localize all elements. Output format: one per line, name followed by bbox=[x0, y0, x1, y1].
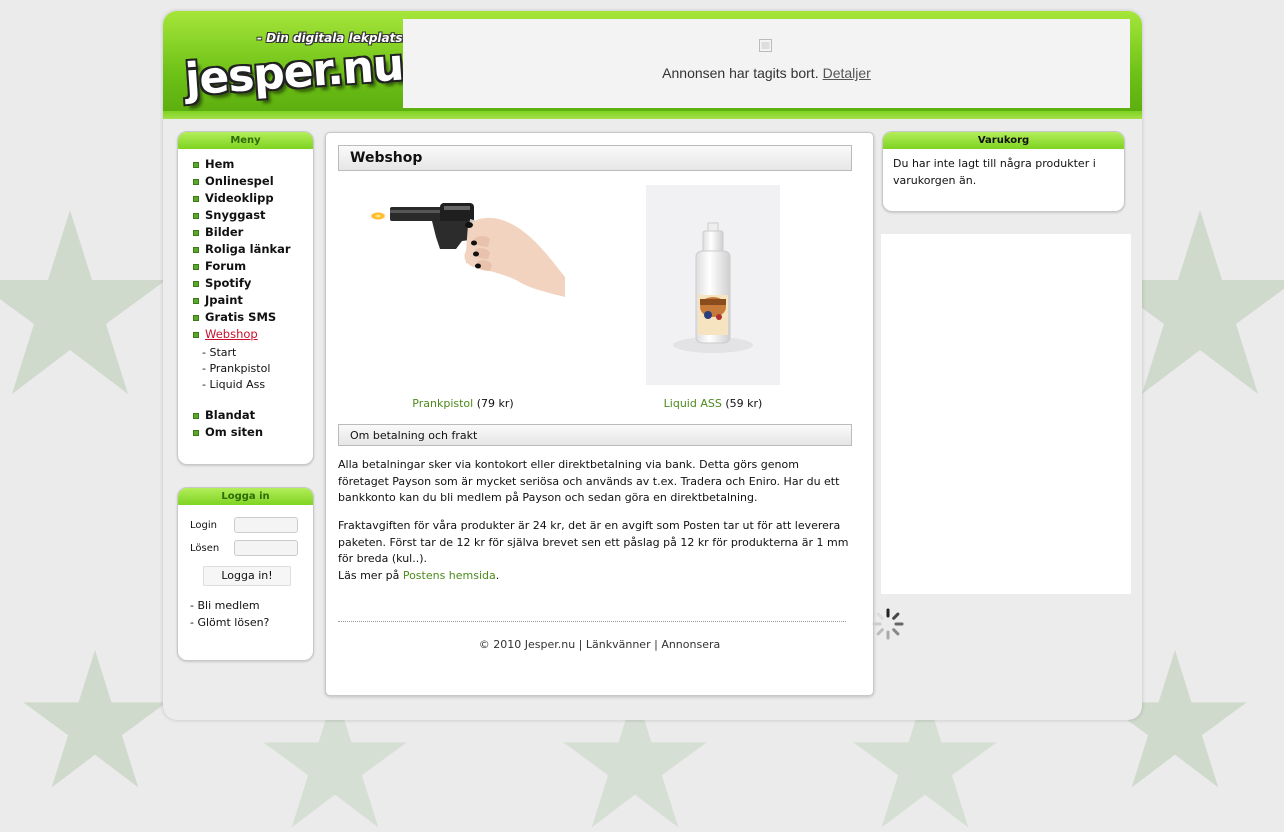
menu-item-label: Bilder bbox=[205, 225, 244, 239]
submenu-item-liquid-ass[interactable]: - Liquid Ass bbox=[202, 377, 313, 393]
menu-item-webshop[interactable]: Webshop bbox=[193, 326, 313, 343]
menu-item-label: Om siten bbox=[205, 425, 264, 439]
copyright: © 2010 Jesper.nu bbox=[478, 638, 576, 651]
menu-item-jpaint[interactable]: Jpaint bbox=[193, 292, 313, 309]
menu-item-label: Spotify bbox=[205, 276, 252, 290]
right-ad-area bbox=[881, 234, 1131, 594]
ad-removed-text: Annonsen har tagits bort. bbox=[662, 65, 819, 81]
cart-box: Varukorg Du har inte lagt till några pro… bbox=[882, 131, 1125, 212]
menu-item-label: Roliga länkar bbox=[205, 242, 291, 256]
page-title: Webshop bbox=[338, 145, 852, 171]
removed-ad-icon bbox=[759, 39, 772, 52]
period: . bbox=[495, 568, 500, 582]
footer: © 2010 Jesper.nu | Länkvänner | Annonser… bbox=[326, 638, 873, 651]
ad-removed-message: Annonsen har tagits bort. Detaljer bbox=[403, 65, 1130, 81]
password-input[interactable] bbox=[234, 540, 298, 556]
webshop-submenu: - Start - Prankpistol - Liquid Ass bbox=[178, 345, 313, 393]
login-title: Logga in bbox=[178, 488, 313, 505]
bullet-icon bbox=[193, 162, 199, 168]
bullet-icon bbox=[193, 430, 199, 436]
bullet-icon bbox=[193, 247, 199, 253]
menu-title: Meny bbox=[178, 132, 313, 149]
site-header: - Din digitala lekplats! jesper.nu Annon… bbox=[163, 11, 1142, 119]
bullet-icon bbox=[193, 413, 199, 419]
product-link-liquid-ass[interactable]: Liquid ASS bbox=[664, 397, 722, 410]
submenu-item-prankpistol[interactable]: - Prankpistol bbox=[202, 361, 313, 377]
bullet-icon bbox=[193, 298, 199, 304]
footer-separator: | bbox=[654, 638, 658, 651]
menu-item-bilder[interactable]: Bilder bbox=[193, 224, 313, 241]
spray-bottle-image bbox=[673, 222, 753, 353]
submenu-item-start[interactable]: - Start bbox=[202, 345, 313, 361]
login-label: Login bbox=[190, 520, 217, 531]
menu-item-label: Blandat bbox=[205, 408, 256, 422]
footer-link-lankvanner[interactable]: Länkvänner bbox=[586, 638, 651, 651]
menu-item-videoklipp[interactable]: Videoklipp bbox=[193, 190, 313, 207]
product-price: (79 kr) bbox=[476, 397, 514, 410]
footer-link-annonsera[interactable]: Annonsera bbox=[661, 638, 720, 651]
menu-item-snyggast[interactable]: Snyggast bbox=[193, 207, 313, 224]
payment-heading: Om betalning och frakt bbox=[338, 424, 852, 446]
menu-item-label: Snyggast bbox=[205, 208, 266, 222]
read-more-text: Läs mer på bbox=[338, 568, 400, 582]
shipping-text: Fraktavgiften för våra produkter är 24 k… bbox=[338, 519, 849, 565]
menu-item-label: Webshop bbox=[205, 327, 258, 341]
password-label: Lösen bbox=[190, 543, 220, 554]
register-link[interactable]: - Bli medlem bbox=[190, 599, 260, 612]
header-ad-area: Annonsen har tagits bort. Detaljer bbox=[403, 19, 1130, 108]
login-box: Logga in Login Lösen Logga in! - Bli med… bbox=[177, 487, 314, 661]
menu-item-gratis-sms[interactable]: Gratis SMS bbox=[193, 309, 313, 326]
product-image-liquid-ass[interactable] bbox=[646, 185, 780, 385]
menu-item-label: Jpaint bbox=[205, 293, 243, 307]
payment-paragraph: Alla betalningar sker via kontokort elle… bbox=[338, 458, 840, 504]
logo-text: jesper.nu bbox=[183, 39, 405, 106]
menu-item-spotify[interactable]: Spotify bbox=[193, 275, 313, 292]
loading-spinner-icon bbox=[872, 608, 904, 640]
background-star-icon bbox=[0, 210, 170, 400]
menu-item-onlinespel[interactable]: Onlinespel bbox=[193, 173, 313, 190]
bullet-icon bbox=[193, 213, 199, 219]
menu-item-om-siten[interactable]: Om siten bbox=[193, 424, 313, 441]
main-menu: Hem Onlinespel Videoklipp Snyggast Bilde… bbox=[178, 149, 313, 343]
bullet-icon bbox=[193, 196, 199, 202]
pistol-hand-image bbox=[370, 203, 565, 297]
product-caption-liquid-ass: Liquid ASS (59 kr) bbox=[593, 397, 833, 410]
login-button[interactable]: Logga in! bbox=[203, 566, 291, 586]
menu-item-blandat[interactable]: Blandat bbox=[193, 407, 313, 424]
menu-item-label: Hem bbox=[205, 157, 235, 171]
footer-divider bbox=[338, 621, 846, 622]
product-price: (59 kr) bbox=[725, 397, 763, 410]
shipping-paragraph: Fraktavgiften för våra produkter är 24 k… bbox=[338, 518, 853, 584]
site-logo[interactable]: - Din digitala lekplats! jesper.nu bbox=[177, 25, 407, 110]
bullet-icon bbox=[193, 179, 199, 185]
product-link-prankpistol[interactable]: Prankpistol bbox=[412, 397, 473, 410]
menu-item-forum[interactable]: Forum bbox=[193, 258, 313, 275]
main-menu-continued: Blandat Om siten bbox=[178, 407, 313, 441]
cart-empty-text: Du har inte lagt till några produkter i … bbox=[893, 157, 1096, 187]
menu-item-hem[interactable]: Hem bbox=[193, 156, 313, 173]
menu-item-label: Forum bbox=[205, 259, 247, 273]
product-caption-prankpistol: Prankpistol (79 kr) bbox=[343, 397, 583, 410]
menu-item-label: Videoklipp bbox=[205, 191, 274, 205]
menu-box: Meny Hem Onlinespel Videoklipp Snyggast … bbox=[177, 131, 314, 465]
ad-details-link[interactable]: Detaljer bbox=[823, 65, 871, 81]
menu-item-roliga-lankar[interactable]: Roliga länkar bbox=[193, 241, 313, 258]
page-frame: - Din digitala lekplats! jesper.nu Annon… bbox=[163, 11, 1142, 720]
main-content: Webshop Prankpistol (79 kr) Liquid ASS (… bbox=[325, 132, 874, 696]
bullet-icon bbox=[193, 264, 199, 270]
bullet-icon bbox=[193, 332, 199, 338]
header-bottom-bar bbox=[163, 111, 1142, 119]
product-image-prankpistol[interactable] bbox=[370, 185, 565, 323]
bullet-icon bbox=[193, 315, 199, 321]
bullet-icon bbox=[193, 230, 199, 236]
login-input[interactable] bbox=[234, 517, 298, 533]
bullet-icon bbox=[193, 281, 199, 287]
forgot-password-link[interactable]: - Glömt lösen? bbox=[190, 616, 269, 629]
posten-link[interactable]: Postens hemsida bbox=[403, 569, 496, 582]
footer-separator: | bbox=[578, 638, 583, 651]
cart-title: Varukorg bbox=[883, 132, 1124, 149]
menu-item-label: Gratis SMS bbox=[205, 310, 277, 324]
background-star-icon bbox=[20, 650, 170, 792]
menu-item-label: Onlinespel bbox=[205, 174, 274, 188]
